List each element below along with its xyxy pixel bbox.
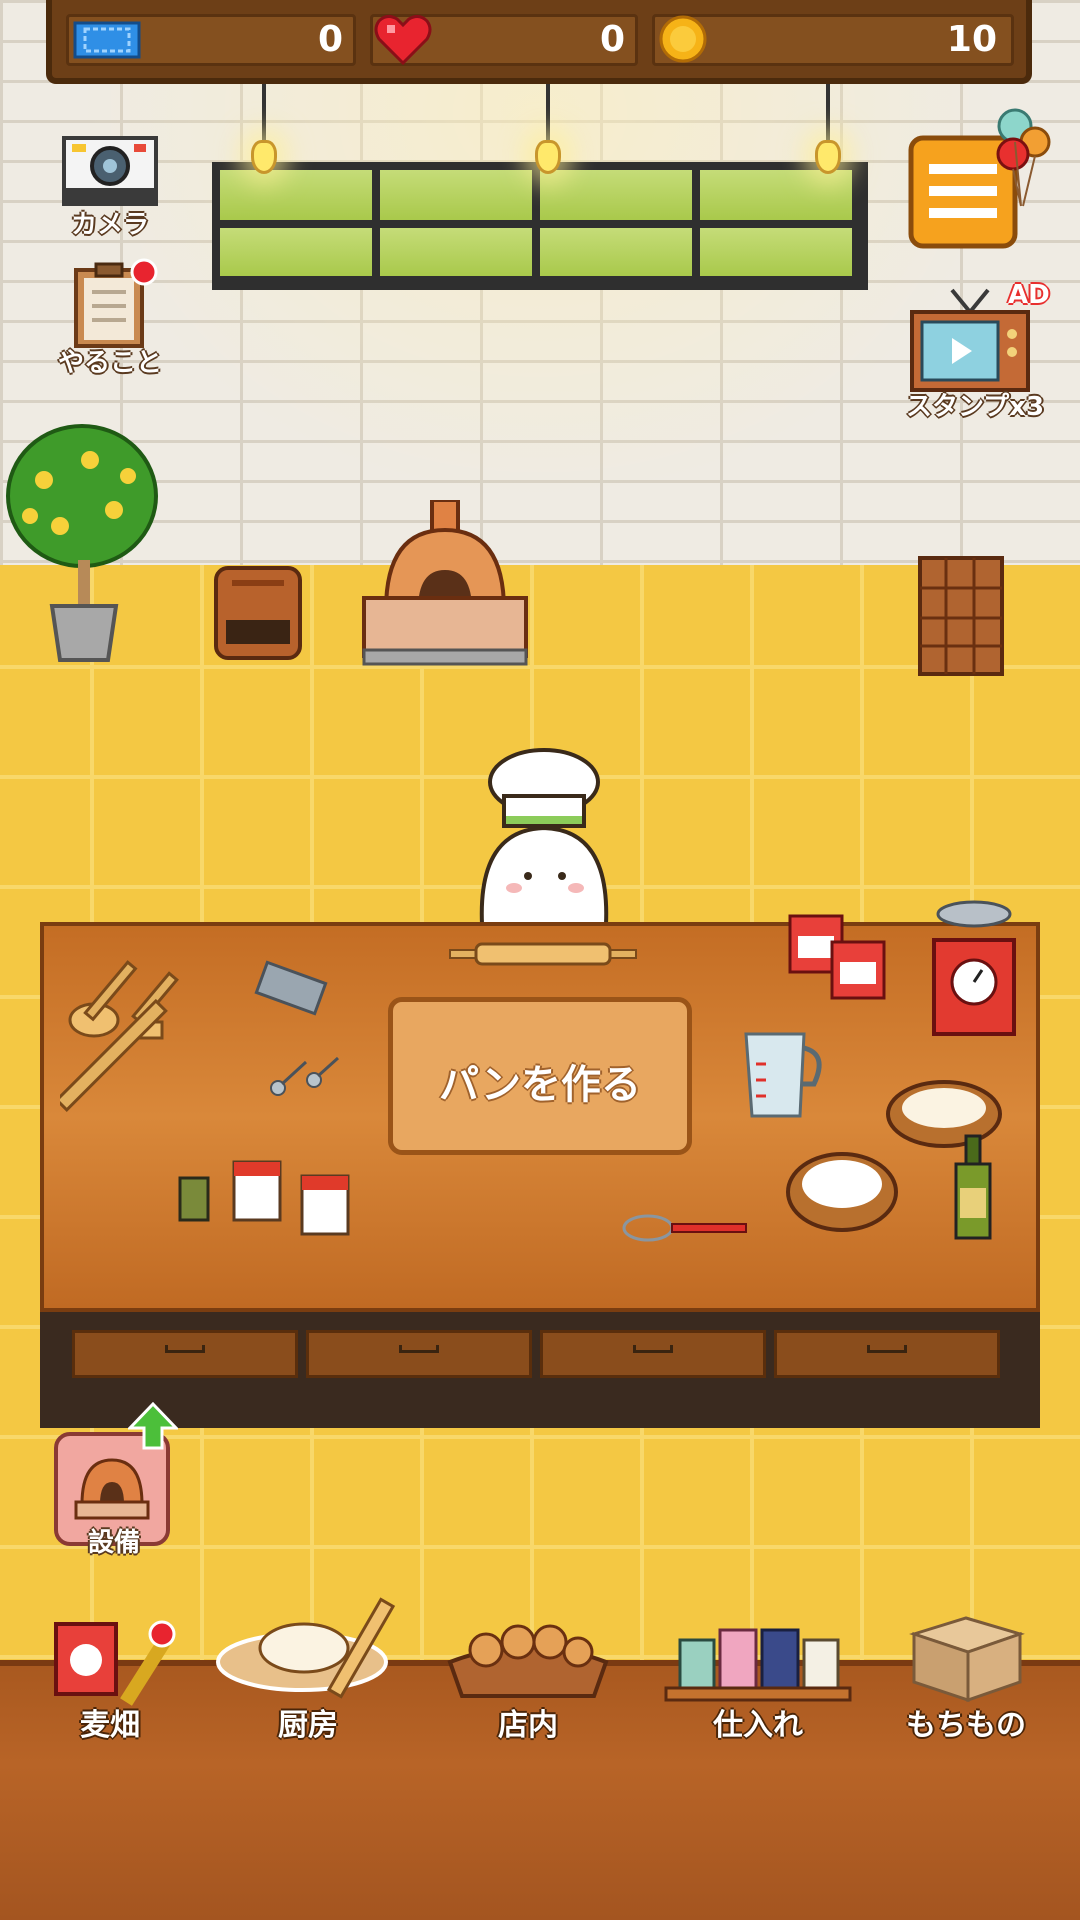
light-bulb-icon bbox=[815, 140, 841, 174]
stamp-label: スタンプx3 bbox=[905, 392, 1045, 422]
nav-kitchen-label: 厨房 bbox=[278, 1708, 338, 1743]
camera-icon bbox=[62, 136, 158, 206]
equipment-button[interactable]: 設備 bbox=[52, 1402, 178, 1558]
stamp-ad-button[interactable]: AD スタンプx3 bbox=[890, 280, 1060, 430]
coin-counter: 10 bbox=[652, 14, 1014, 66]
heart-count: 0 bbox=[599, 19, 625, 60]
equipment-label: 設備 bbox=[87, 1528, 140, 1558]
nav-wheat-field-label: 麦畑 bbox=[80, 1708, 140, 1743]
upgrade-arrow-icon bbox=[128, 1402, 178, 1450]
olive-oil-bottle bbox=[954, 1134, 992, 1240]
heart-counter: 0 bbox=[370, 14, 638, 66]
bread-crate bbox=[214, 566, 302, 660]
todo-clipboard-icon bbox=[74, 258, 158, 348]
ticket-icon bbox=[73, 21, 141, 59]
nav-inventory[interactable]: もちもの bbox=[866, 1612, 1066, 1743]
nav-wheat-field[interactable]: 麦畑 bbox=[10, 1612, 210, 1743]
balloons-icon bbox=[996, 108, 1051, 207]
menu-button[interactable] bbox=[905, 108, 1051, 252]
ticket-counter: 0 bbox=[66, 14, 356, 66]
firewood-stack bbox=[918, 556, 1004, 676]
wheat-field-icon bbox=[54, 1620, 176, 1706]
nav-purchase[interactable]: 仕入れ bbox=[658, 1612, 858, 1743]
flour-bowl bbox=[786, 1152, 898, 1232]
butter-packs bbox=[788, 914, 886, 1000]
whisk bbox=[622, 1214, 747, 1242]
measuring-spoons bbox=[270, 1056, 340, 1096]
coin-count: 10 bbox=[946, 19, 997, 60]
ingredient-jars bbox=[178, 1160, 350, 1236]
nav-purchase-label: 仕入れ bbox=[713, 1708, 803, 1743]
measuring-cup bbox=[744, 1032, 822, 1118]
window bbox=[212, 162, 868, 290]
make-bread-button[interactable]: パンを作る bbox=[388, 997, 692, 1155]
dough-scraper bbox=[254, 960, 328, 1016]
scale-icon bbox=[932, 900, 1016, 1036]
todo-label: やること bbox=[57, 348, 162, 378]
drawer bbox=[72, 1330, 298, 1378]
rolling-pin bbox=[449, 942, 637, 966]
nav-store-label: 店内 bbox=[498, 1708, 558, 1743]
ticket-count: 0 bbox=[317, 19, 343, 60]
coin-icon bbox=[659, 15, 707, 63]
todo-button[interactable]: やること bbox=[40, 258, 180, 378]
nav-kitchen[interactable]: 厨房 bbox=[208, 1590, 408, 1743]
cardboard-box-icon bbox=[909, 1616, 1025, 1703]
make-bread-label: パンを作る bbox=[439, 1062, 641, 1108]
heart-icon bbox=[374, 14, 432, 66]
ad-badge: AD bbox=[1008, 280, 1050, 310]
kitchen-icon bbox=[216, 1597, 396, 1699]
baking-tools bbox=[60, 960, 179, 1113]
chef-cat bbox=[479, 748, 609, 926]
drawer bbox=[306, 1330, 532, 1378]
bread-basket-icon bbox=[447, 1624, 609, 1698]
ingredients-shelf-icon bbox=[664, 1628, 852, 1702]
nav-inventory-label: もちもの bbox=[906, 1708, 1026, 1743]
light-bulb-icon bbox=[535, 140, 561, 174]
nav-store[interactable]: 店内 bbox=[428, 1612, 628, 1743]
drawer bbox=[540, 1330, 766, 1378]
lemon-tree bbox=[6, 424, 158, 662]
drawer bbox=[774, 1330, 1000, 1378]
camera-button[interactable]: カメラ bbox=[40, 130, 180, 240]
light-bulb-icon bbox=[251, 140, 277, 174]
brick-oven bbox=[362, 500, 528, 666]
camera-label: カメラ bbox=[70, 210, 149, 240]
